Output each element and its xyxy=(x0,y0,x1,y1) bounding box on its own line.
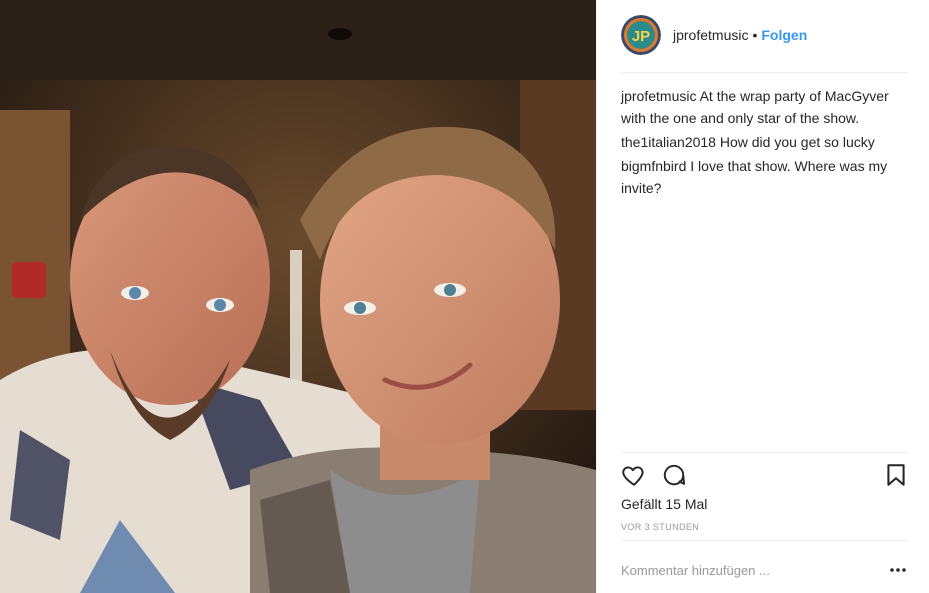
author-username[interactable]: jprofetmusic xyxy=(673,27,748,43)
likes-count[interactable]: Gefällt 15 Mal xyxy=(621,496,707,512)
comment-username[interactable]: bigmfnbird xyxy=(621,158,686,174)
comment-bubble-icon[interactable] xyxy=(661,462,687,488)
heart-icon[interactable] xyxy=(621,462,647,488)
post-header: JP jprofetmusic • Folgen xyxy=(621,14,908,56)
actions-divider xyxy=(621,452,908,453)
avatar-logo-icon: JP xyxy=(621,15,661,55)
post-photo[interactable] xyxy=(0,0,596,593)
comment-divider xyxy=(621,540,908,541)
comment-text: How did you get so lucky xyxy=(719,134,875,150)
caption: jprofetmusic At the wrap party of MacGyv… xyxy=(621,85,901,129)
comment-input[interactable] xyxy=(621,562,861,578)
bookmark-icon[interactable] xyxy=(883,462,909,488)
follow-button[interactable]: Folgen xyxy=(761,27,807,43)
header-divider xyxy=(621,72,908,73)
post-timestamp[interactable]: VOR 3 STUNDEN xyxy=(621,522,699,532)
author-avatar[interactable]: JP xyxy=(621,15,661,55)
separator-dot: • xyxy=(752,27,758,43)
comment-item: bigmfnbird I love that show. Where was m… xyxy=(621,155,901,199)
post-actions xyxy=(621,462,910,490)
selfie-image xyxy=(0,0,596,593)
comment-item: the1italian2018 How did you get so lucky xyxy=(621,131,901,153)
post-sidebar: JP jprofetmusic • Folgen jprofetmusic At… xyxy=(596,0,929,593)
add-comment-bar xyxy=(621,556,908,584)
more-options-icon[interactable] xyxy=(888,562,908,578)
caption-username[interactable]: jprofetmusic xyxy=(621,88,696,104)
avatar-text: JP xyxy=(632,28,650,45)
comment-username[interactable]: the1italian2018 xyxy=(621,134,716,150)
comments-list: jprofetmusic At the wrap party of MacGyv… xyxy=(621,85,901,201)
